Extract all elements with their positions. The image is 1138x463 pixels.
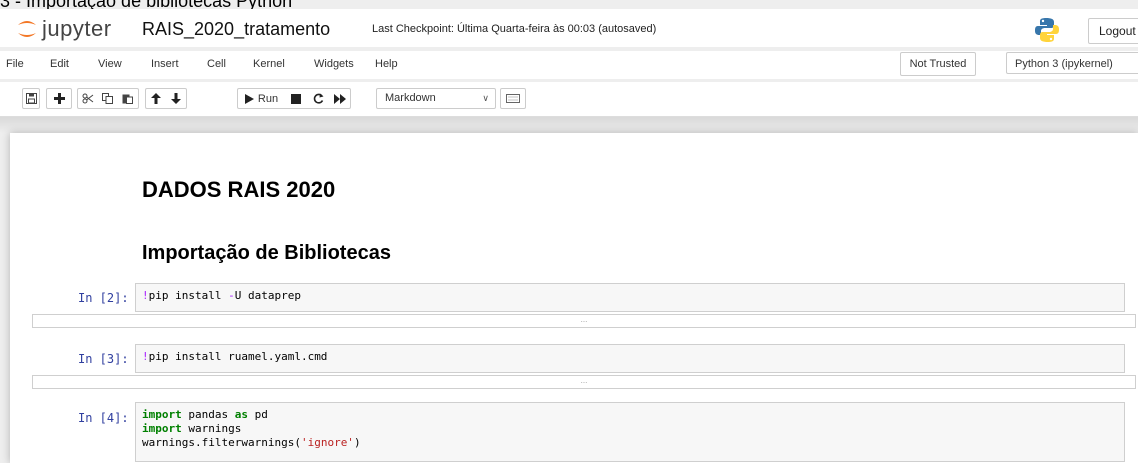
logout-button[interactable]: Logout: [1088, 18, 1138, 44]
insert-cell-button[interactable]: [46, 88, 72, 109]
run-label: Run: [257, 92, 279, 105]
command-palette-button[interactable]: [500, 88, 526, 109]
code-token: U dataprep: [234, 289, 301, 302]
code-token: as: [234, 408, 248, 421]
copy-button[interactable]: [97, 88, 117, 109]
restart-button[interactable]: [307, 88, 329, 109]
interrupt-button[interactable]: [285, 88, 307, 109]
cell-prompt: In [4]:: [78, 411, 129, 425]
restart-run-all-button[interactable]: [329, 88, 351, 109]
toolbar: Run Markdown ∨: [0, 82, 1138, 117]
collapsed-output[interactable]: ...: [32, 375, 1136, 389]
code-token: !: [142, 289, 149, 302]
code-token: warnings: [181, 422, 242, 435]
code-cell-input[interactable]: !pip install ruamel.yaml.cmd: [135, 344, 1125, 373]
restart-icon: [313, 93, 323, 104]
code-token: 'ignore': [300, 436, 354, 449]
code-token: ): [353, 436, 361, 449]
menu-cell[interactable]: Cell: [207, 58, 226, 70]
jupyter-logo[interactable]: jupyter: [16, 17, 112, 41]
code-token: pip install ruamel.yaml.cmd: [148, 350, 328, 363]
menu-bar: File Edit View Insert Cell Kernel Widget…: [0, 51, 1138, 79]
code-token: pandas: [181, 408, 235, 421]
collapsed-output[interactable]: ...: [32, 314, 1136, 328]
save-icon: [25, 93, 37, 104]
code-line: warnings.filterwarnings('ignore'): [142, 436, 1118, 450]
save-button[interactable]: [22, 88, 40, 109]
jupyter-orbit-icon: [18, 21, 36, 37]
menu-help[interactable]: Help: [375, 58, 398, 70]
cut-icon: [82, 93, 93, 104]
checkpoint-status: Last Checkpoint: Última Quarta-feira às …: [372, 23, 657, 35]
fast-forward-icon: [333, 93, 346, 104]
menu-view[interactable]: View: [98, 58, 122, 70]
python-logo-icon: [1034, 17, 1060, 48]
not-trusted-button[interactable]: Not Trusted: [900, 52, 976, 76]
paste-icon: [122, 94, 133, 104]
jupyter-logo-text: jupyter: [42, 16, 112, 41]
notebook-container: DADOS RAIS 2020 Importação de Biblioteca…: [10, 133, 1138, 463]
code-cell-input[interactable]: import pandas as pd import warnings warnin…: [135, 402, 1125, 462]
cell-type-select[interactable]: Markdown ∨: [376, 88, 496, 109]
code-token: import: [142, 422, 182, 435]
stop-icon: [291, 93, 301, 104]
notebook-backdrop: [0, 117, 1138, 133]
code-token: pd: [247, 408, 268, 421]
cell-prompt: In [2]:: [78, 291, 129, 305]
move-up-button[interactable]: [145, 88, 165, 109]
code-line: !pip install ruamel.yaml.cmd: [142, 350, 1118, 364]
notebook-title[interactable]: RAIS_2020_tratamento: [142, 19, 330, 40]
chevron-down-icon: ∨: [482, 93, 489, 103]
code-line: !pip install -U dataprep: [142, 289, 1118, 303]
move-down-button[interactable]: [165, 88, 187, 109]
run-icon: [244, 93, 254, 104]
code-line: import warnings: [142, 422, 1118, 436]
code-token: pip install: [148, 289, 229, 302]
code-line: import pandas as pd: [142, 408, 1118, 422]
code-token: import: [142, 408, 182, 421]
copy-icon: [101, 93, 113, 104]
code-token: !: [142, 350, 149, 363]
cell-prompt: In [3]:: [78, 352, 129, 366]
menu-file[interactable]: File: [6, 58, 24, 70]
notebook-heading-1: DADOS RAIS 2020: [142, 177, 336, 202]
cut-button[interactable]: [77, 88, 97, 109]
menu-widgets[interactable]: Widgets: [314, 58, 354, 70]
menu-kernel[interactable]: Kernel: [253, 58, 285, 70]
code-token: -: [228, 289, 235, 302]
code-token: warnings.filterwarnings(: [142, 436, 301, 449]
code-cell-input[interactable]: !pip install -U dataprep: [135, 283, 1125, 312]
menu-edit[interactable]: Edit: [50, 58, 69, 70]
run-button[interactable]: Run: [237, 88, 285, 109]
kernel-indicator[interactable]: Python 3 (ipykernel): [1006, 52, 1138, 74]
paste-button[interactable]: [117, 88, 139, 109]
plus-icon: [53, 93, 65, 104]
keyboard-icon: [506, 94, 520, 103]
arrow-up-icon: [150, 93, 161, 104]
cell-type-value: Markdown: [385, 92, 436, 104]
notebook-header: jupyter RAIS_2020_tratamento Last Checkp…: [0, 9, 1138, 47]
arrow-down-icon: [170, 93, 181, 104]
notebook-heading-2: Importação de Bibliotecas: [142, 242, 391, 264]
menu-insert[interactable]: Insert: [151, 58, 179, 70]
